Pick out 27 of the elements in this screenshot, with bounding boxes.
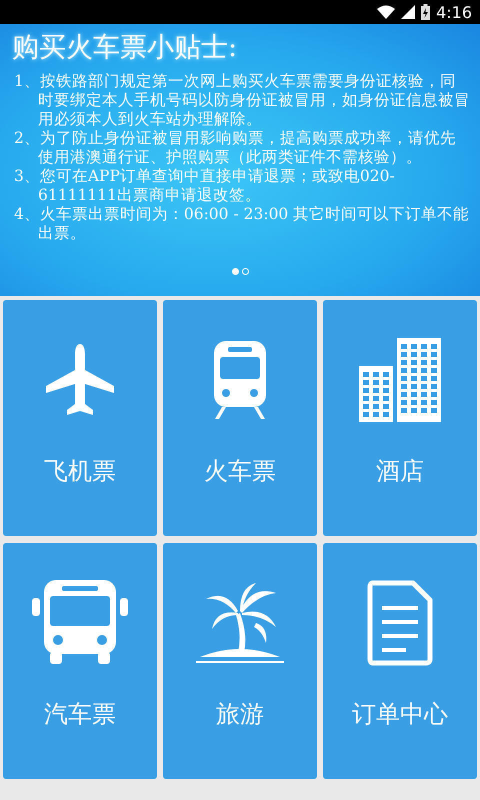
tile-label: 汽车票 (44, 699, 116, 730)
page-indicator-dot[interactable] (242, 268, 248, 275)
tip-text: 3、您可在APP订单查询中直接申请退票；或致电020-61111111出票商申请退改签。 (13, 167, 396, 205)
category-tile[interactable]: 酒店 (323, 300, 477, 536)
tip-text: 2、为了防止身份证被冒用影响购票，提高购票成功率，请优先使用港澳通行证、护照购票（此两类证件不需核验）。 (13, 129, 457, 167)
page-indicator-dot[interactable] (232, 268, 238, 275)
palm-island-icon (196, 583, 284, 663)
banner-title: 购买火车票小贴士: (12, 32, 238, 64)
category-tile[interactable]: 火车票 (163, 300, 317, 536)
category-tile[interactable]: 订单中心 (323, 543, 477, 779)
category-tile[interactable]: 旅游 (163, 543, 317, 779)
wifi-icon (377, 5, 396, 19)
document-icon (367, 580, 433, 666)
category-tile[interactable]: 汽车票 (3, 543, 157, 779)
tile-label: 旅游 (216, 699, 264, 730)
tile-label: 酒店 (376, 456, 424, 487)
clock-time: 4:16 (436, 2, 472, 22)
signal-icon (401, 5, 416, 19)
tile-label: 飞机票 (44, 456, 116, 487)
battery-icon (421, 4, 430, 20)
tile-label: 火车票 (204, 456, 276, 487)
tile-label: 订单中心 (352, 699, 448, 730)
bus-icon (32, 580, 128, 666)
buildings-icon (359, 338, 441, 422)
category-tile[interactable]: 飞机票 (3, 300, 157, 536)
tip-text: 4、火车票出票时间为：06:00 - 23:00 其它时间可以下订单不能出票。 (13, 205, 470, 243)
tip-text: 1、按铁路部门规定第一次网上购买火车票需要身份证核验，同时要绑定本人手机号码以防身份证被冒用，如身份证信息被冒用必须本人到火车站办理解除。 (13, 72, 470, 129)
